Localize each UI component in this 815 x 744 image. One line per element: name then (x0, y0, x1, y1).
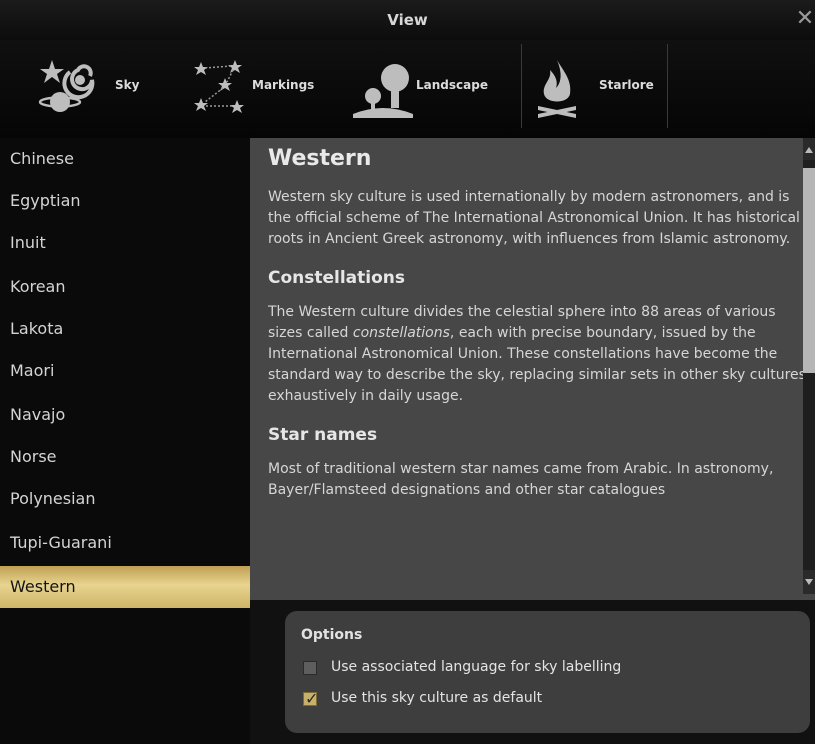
tab-markings-label: Markings (252, 78, 315, 92)
tab-starlore-label: Starlore (599, 78, 654, 92)
list-item-tupi-guarani[interactable]: Tupi-Guarani (0, 522, 250, 564)
sky-icon (38, 60, 95, 112)
list-item-lakota[interactable]: Lakota (0, 308, 250, 350)
list-item-norse[interactable]: Norse (0, 436, 250, 478)
constellations-paragraph: The Western culture divides the celestia… (268, 302, 808, 407)
use-as-default-checkbox[interactable]: ✓ (303, 689, 319, 708)
title-bar: View ✕ (0, 0, 815, 40)
list-item-inuit[interactable]: Inuit (0, 222, 250, 264)
tab-markings[interactable]: Markings (185, 40, 335, 138)
tab-separator (667, 44, 668, 128)
culture-title: Western (268, 146, 372, 171)
star-names-paragraph: Most of traditional western star names c… (268, 461, 774, 498)
options-panel: Options Use associated language for sky … (285, 611, 810, 733)
window-title: View (387, 11, 428, 29)
tab-separator (521, 44, 522, 128)
use-associated-language-label: Use associated language for sky labellin… (331, 659, 622, 675)
list-item-polynesian[interactable]: Polynesian (0, 478, 250, 520)
view-tab-bar: Sky Markings Landscape Starlore (0, 40, 815, 138)
list-item-western[interactable]: Western (0, 566, 250, 608)
scroll-thumb[interactable] (803, 168, 815, 373)
intro-paragraph: Western sky culture is used internationa… (268, 189, 800, 247)
list-item-egyptian[interactable]: Egyptian (0, 180, 250, 222)
scroll-up-arrow-icon[interactable] (803, 138, 815, 160)
tab-sky-label: Sky (115, 78, 140, 92)
scroll-down-arrow-icon[interactable] (803, 570, 815, 594)
starlore-icon (538, 60, 576, 118)
tab-landscape-label: Landscape (416, 78, 488, 92)
list-item-korean[interactable]: Korean (0, 266, 250, 308)
markings-icon (194, 60, 244, 113)
tab-starlore[interactable]: Starlore (528, 40, 668, 138)
star-names-heading: Star names (268, 425, 378, 445)
list-item-maori[interactable]: Maori (0, 350, 250, 392)
landscape-icon (353, 64, 413, 118)
options-title: Options (301, 627, 363, 643)
constellations-heading: Constellations (268, 268, 406, 288)
description-scrollbar[interactable] (803, 138, 815, 594)
use-as-default-label: Use this sky culture as default (331, 690, 543, 706)
tab-landscape[interactable]: Landscape (345, 40, 520, 138)
use-associated-language-checkbox[interactable] (303, 661, 317, 675)
checkmark-icon: ✓ (305, 689, 319, 708)
sky-culture-list[interactable]: Chinese Egyptian Inuit Korean Lakota Mao… (0, 138, 250, 744)
close-icon[interactable]: ✕ (793, 6, 815, 32)
list-item-navajo[interactable]: Navajo (0, 394, 250, 436)
culture-description-pane: Western Western sky culture is used inte… (250, 138, 815, 600)
description-content: Western Western sky culture is used inte… (268, 146, 808, 501)
tab-sky[interactable]: Sky (30, 40, 160, 138)
constellations-term: constellations (352, 325, 450, 341)
list-item-chinese[interactable]: Chinese (0, 138, 250, 180)
